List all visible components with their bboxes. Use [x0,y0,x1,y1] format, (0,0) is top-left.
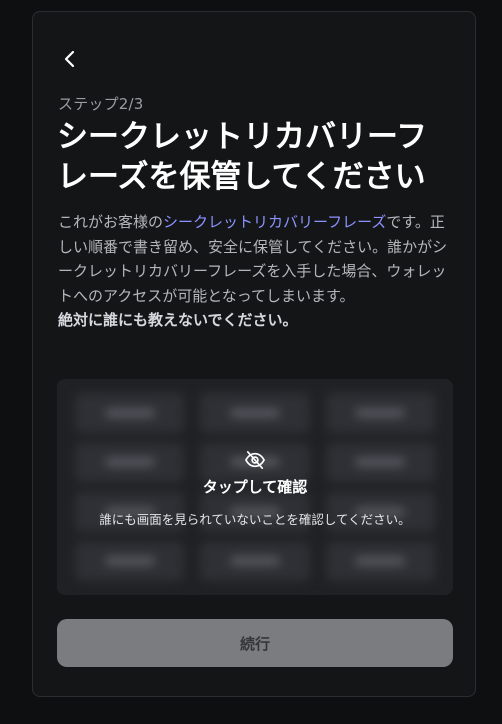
eye-slash-icon [244,451,266,469]
back-button[interactable] [57,46,83,72]
reveal-title: タップして確認 [202,478,308,496]
description-text-1: これがお客様の [58,213,164,231]
warning-text: 絶対に誰にも教えないでください。 [58,311,298,329]
description: これがお客様のシークレットリカバリーフレーズです。正しい順番で書き留め、安全に保… [58,210,454,333]
step-indicator: ステップ2/3 [58,95,144,113]
page-title: シークレットリカバリーフレーズを保管してください [57,119,428,195]
reveal-overlay[interactable]: タップして確認 誰にも画面を見られていないことを確認してください。 [57,379,453,595]
reveal-subtitle: 誰にも画面を見られていないことを確認してください。 [99,512,411,527]
srp-card: ステップ2/3 シークレットリカバリーフレーズを保管してください これがお客様の… [32,11,476,697]
chevron-left-icon [64,50,75,68]
srp-link[interactable]: シークレットリカバリーフレーズ [163,213,386,231]
srp-reveal-area[interactable]: タップして確認 誰にも画面を見られていないことを確認してください。 [57,379,453,595]
continue-button[interactable]: 続行 [57,619,453,667]
